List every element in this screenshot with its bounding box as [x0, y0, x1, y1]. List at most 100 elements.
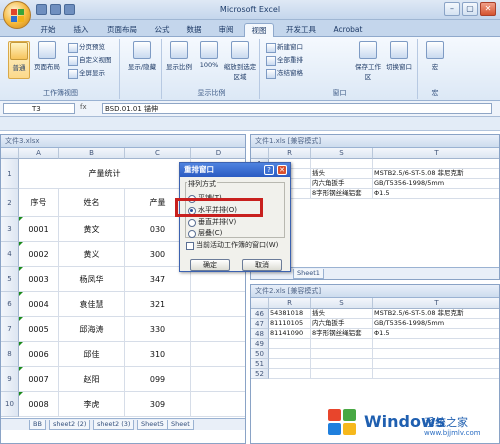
- table-cell[interactable]: [311, 369, 373, 379]
- table-cell[interactable]: 321: [125, 292, 191, 317]
- column-header[interactable]: D: [191, 148, 245, 159]
- table-cell[interactable]: [269, 339, 311, 349]
- row-header[interactable]: 5: [1, 267, 19, 292]
- table-cell[interactable]: 81110105: [269, 319, 311, 329]
- table-cell[interactable]: [269, 359, 311, 369]
- table-cell[interactable]: 0004: [19, 292, 59, 317]
- close-icon[interactable]: ✕: [277, 165, 287, 175]
- row-header[interactable]: 6: [1, 292, 19, 317]
- show-hide-button[interactable]: 显示/隐藏: [126, 41, 158, 71]
- column-header[interactable]: S: [311, 148, 373, 159]
- table-cell[interactable]: [191, 292, 245, 317]
- table-cell[interactable]: 330: [125, 317, 191, 342]
- row-header[interactable]: 51: [251, 359, 269, 369]
- table-cell[interactable]: [373, 369, 499, 379]
- sheet-tab[interactable]: sheet2 (3): [93, 420, 135, 430]
- table-cell[interactable]: [373, 349, 499, 359]
- table-cell[interactable]: [373, 359, 499, 369]
- table-cell[interactable]: MSTB2.5/6-ST-5.08 菲尼克斯: [373, 309, 499, 319]
- cancel-button[interactable]: 取消: [242, 259, 282, 271]
- table-cell[interactable]: 赵阳: [59, 367, 125, 392]
- column-header[interactable]: T: [373, 298, 499, 309]
- select-all-corner[interactable]: [1, 148, 19, 159]
- macros-button[interactable]: 宏: [424, 41, 446, 71]
- table-cell[interactable]: 黄文: [59, 217, 125, 242]
- column-header[interactable]: A: [19, 148, 59, 159]
- row-header[interactable]: 9: [1, 367, 19, 392]
- row-header[interactable]: 4: [1, 242, 19, 267]
- active-workbook-checkbox[interactable]: 当前活动工作簿的窗口(W): [186, 241, 278, 250]
- page-break-preview-button[interactable]: 分页预览: [68, 42, 105, 53]
- arrange-all-button[interactable]: 全部重排: [266, 55, 303, 66]
- table-cell[interactable]: 邱佳: [59, 342, 125, 367]
- table-cell[interactable]: 309: [125, 392, 191, 417]
- table-cell[interactable]: Φ1.5: [373, 329, 499, 339]
- tab-review[interactable]: 审阅: [212, 23, 240, 37]
- sheet-tab[interactable]: Sheet: [167, 420, 194, 430]
- table-cell[interactable]: 0008: [19, 392, 59, 417]
- table-heading[interactable]: 产量统计: [19, 159, 191, 189]
- column-header[interactable]: R: [269, 148, 311, 159]
- table-cell[interactable]: 袁佳慧: [59, 292, 125, 317]
- full-screen-button[interactable]: 全屏显示: [68, 68, 105, 79]
- tab-data[interactable]: 数据: [180, 23, 208, 37]
- save-workspace-button[interactable]: 保存工作区: [354, 41, 382, 81]
- table-cell[interactable]: 8字形钢丝绳铝套: [311, 329, 373, 339]
- header-cell[interactable]: 序号: [19, 189, 59, 217]
- table-cell[interactable]: 0002: [19, 242, 59, 267]
- row-header[interactable]: 50: [251, 349, 269, 359]
- table-cell[interactable]: 54381018: [269, 309, 311, 319]
- tab-formulas[interactable]: 公式: [148, 23, 176, 37]
- table-cell[interactable]: MSTB2.5/6-ST-5.08 菲尼克斯: [373, 169, 499, 179]
- row-header[interactable]: 8: [1, 342, 19, 367]
- table-cell[interactable]: [269, 349, 311, 359]
- table-cell[interactable]: GB/T5356-1998/5mm: [373, 179, 499, 189]
- sheet-tab[interactable]: Sheet1: [293, 269, 324, 279]
- table-cell[interactable]: 0001: [19, 217, 59, 242]
- table-cell[interactable]: 310: [125, 342, 191, 367]
- zoom-button[interactable]: 显示比例: [164, 41, 194, 71]
- switch-windows-button[interactable]: 切换窗口: [384, 41, 414, 71]
- table-cell[interactable]: Φ1.5: [373, 189, 499, 199]
- table-cell[interactable]: 0003: [19, 267, 59, 292]
- tab-acrobat[interactable]: Acrobat: [328, 23, 368, 37]
- tab-home[interactable]: 开始: [32, 23, 64, 37]
- freeze-panes-button[interactable]: 冻结窗格: [266, 68, 303, 79]
- select-all-corner[interactable]: [251, 298, 269, 309]
- table-cell[interactable]: 8字形钢丝绳铝套: [311, 189, 373, 199]
- table-cell[interactable]: 0005: [19, 317, 59, 342]
- table-cell[interactable]: 杨凤华: [59, 267, 125, 292]
- sheet-tab[interactable]: sheet2 (2): [49, 420, 91, 430]
- table-cell[interactable]: 插头: [311, 309, 373, 319]
- table-cell[interactable]: [373, 159, 499, 169]
- select-all-corner[interactable]: [251, 148, 269, 159]
- row-header[interactable]: 48: [251, 329, 269, 339]
- name-box[interactable]: T3: [3, 103, 75, 114]
- row-header[interactable]: 2: [1, 189, 19, 217]
- zoom-selection-button[interactable]: 缩放到选定区域: [222, 41, 258, 81]
- row-header[interactable]: 7: [1, 317, 19, 342]
- office-button[interactable]: [3, 1, 31, 29]
- table-cell[interactable]: 内六角扳手: [311, 179, 373, 189]
- table-cell[interactable]: [191, 392, 245, 417]
- normal-view-button[interactable]: 普通: [8, 41, 30, 79]
- column-header[interactable]: T: [373, 148, 499, 159]
- table-cell[interactable]: 黄义: [59, 242, 125, 267]
- table-cell[interactable]: [311, 339, 373, 349]
- row-header[interactable]: 10: [1, 392, 19, 417]
- help-icon[interactable]: ?: [264, 165, 274, 175]
- table-cell[interactable]: [311, 349, 373, 359]
- column-header[interactable]: B: [59, 148, 125, 159]
- table-cell[interactable]: 0006: [19, 342, 59, 367]
- tab-view[interactable]: 视图: [244, 23, 274, 37]
- table-cell[interactable]: [191, 317, 245, 342]
- table-cell[interactable]: 内六角扳手: [311, 319, 373, 329]
- sheet-tab[interactable]: BB: [29, 420, 46, 430]
- row-header[interactable]: 3: [1, 217, 19, 242]
- table-cell[interactable]: [191, 367, 245, 392]
- ok-button[interactable]: 确定: [190, 259, 230, 271]
- table-cell[interactable]: GB/T5356-1998/5mm: [373, 319, 499, 329]
- custom-views-button[interactable]: 自定义视图: [68, 55, 112, 66]
- table-cell[interactable]: [373, 339, 499, 349]
- column-header[interactable]: R: [269, 298, 311, 309]
